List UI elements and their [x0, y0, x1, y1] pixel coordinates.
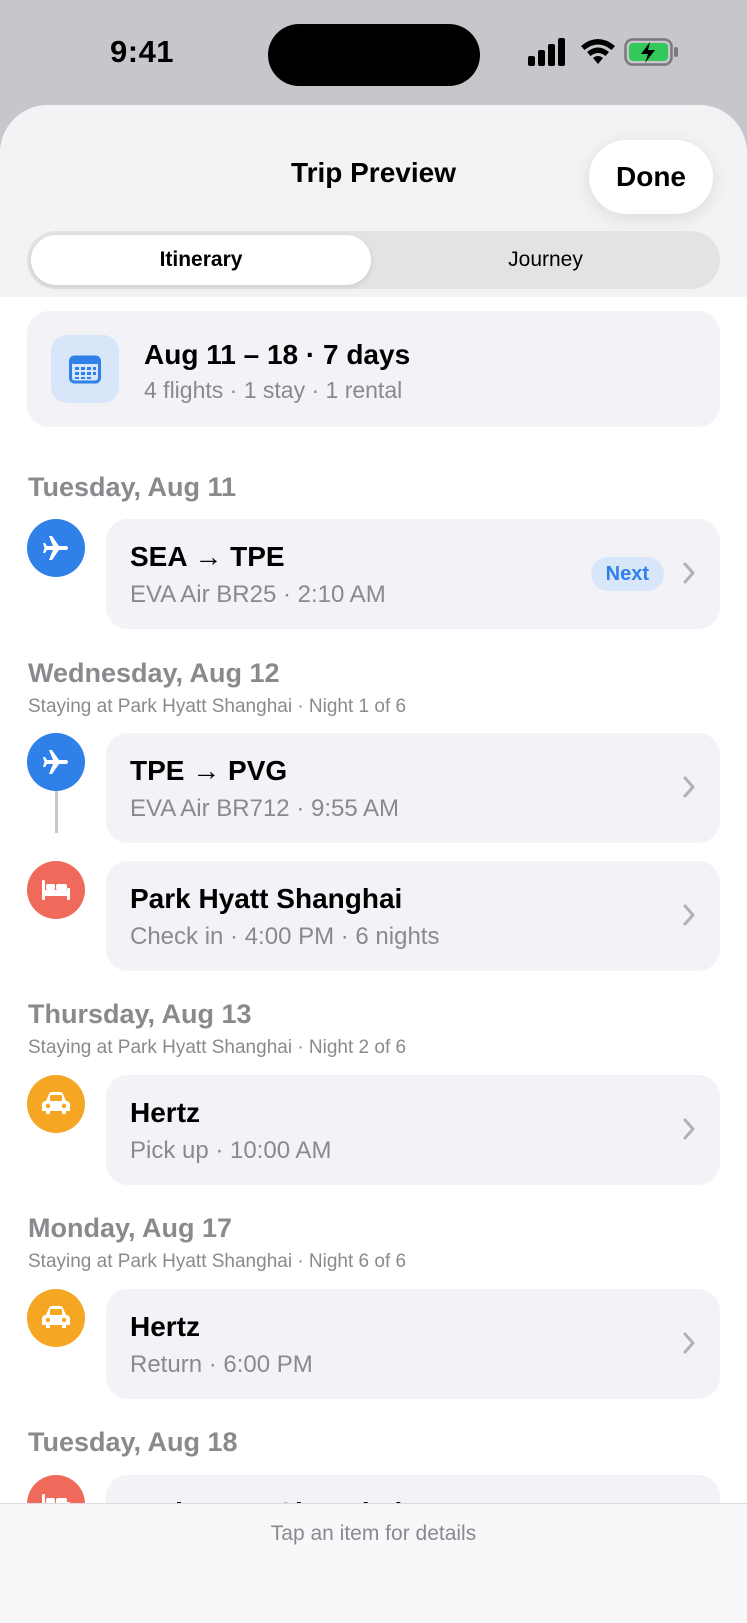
item-subtitle: EVA Air BR25 · 2:10 AM: [130, 581, 386, 608]
item-title: Hertz: [130, 1311, 201, 1342]
trip-counts: 4 flights · 1 stay · 1 rental: [144, 377, 403, 403]
status-time: 9:41: [110, 34, 175, 69]
trip-summary-card: Aug 11 – 18 · 7 days 4 flights · 1 stay …: [27, 311, 720, 427]
trip-dates: Aug 11 – 18 · 7 days: [144, 339, 411, 370]
day-heading: Wednesday, Aug 12: [28, 658, 280, 688]
wifi-icon: [581, 39, 615, 64]
trip-preview-sheet: Trip Preview Done Itinerary Journey Aug …: [0, 105, 747, 1623]
bottom-hint: Tap an item for details: [270, 1522, 477, 1545]
bed-icon: [27, 861, 85, 919]
item-subtitle: Check in · 4:00 PM · 6 nights: [130, 923, 440, 950]
item-title: TPE → PVG: [130, 755, 288, 786]
item-title: SEA → TPE: [130, 541, 285, 572]
day-subheading: Staying at Park Hyatt Shanghai · Night 2…: [28, 1037, 407, 1058]
bottom-bar: Tap an item for details: [0, 1503, 747, 1623]
item-subtitle: Return · 6:00 PM: [130, 1351, 313, 1378]
day-heading: Monday, Aug 17: [28, 1213, 233, 1243]
chevron-right-icon: [683, 904, 695, 926]
car-icon: [27, 1075, 85, 1133]
segmented-control: Itinerary Journey: [27, 231, 720, 289]
item-title: Hertz: [130, 1097, 201, 1128]
itinerary-item-flight[interactable]: TPE → PVG EVA Air BR712 · 9:55 AM: [106, 733, 720, 843]
item-title: Park Hyatt Shanghai: [130, 883, 403, 914]
tab-journey[interactable]: Journey: [375, 235, 716, 285]
item-subtitle: Pick up · 10:00 AM: [130, 1137, 332, 1164]
dynamic-island: [268, 24, 480, 86]
day-subheading: Staying at Park Hyatt Shanghai · Night 1…: [28, 696, 407, 717]
itinerary-item-rental[interactable]: Hertz Return · 6:00 PM: [106, 1289, 720, 1399]
car-icon: [27, 1289, 85, 1347]
day-heading: Thursday, Aug 13: [28, 999, 252, 1029]
itinerary-item-rental[interactable]: Hertz Pick up · 10:00 AM: [106, 1075, 720, 1185]
item-subtitle: EVA Air BR712 · 9:55 AM: [130, 795, 400, 822]
tab-itinerary[interactable]: Itinerary: [31, 235, 371, 285]
airplane-icon: [27, 519, 85, 577]
cellular-signal-icon: [528, 38, 565, 66]
next-badge: Next: [590, 557, 664, 591]
airplane-icon: [27, 733, 85, 791]
done-button[interactable]: Done: [589, 140, 713, 214]
chevron-right-icon: [683, 776, 695, 798]
calendar-icon: [51, 335, 119, 403]
status-bar: 9:41: [0, 0, 747, 105]
chevron-right-icon: [683, 562, 695, 584]
day-subheading: Staying at Park Hyatt Shanghai · Night 6…: [28, 1251, 407, 1272]
sheet-header: Trip Preview Done Itinerary Journey: [0, 105, 747, 297]
chevron-right-icon: [683, 1332, 695, 1354]
battery-charging-icon: [624, 38, 678, 66]
itinerary-item-flight[interactable]: SEA → TPE EVA Air BR25 · 2:10 AM Next: [106, 519, 720, 629]
day-heading: Tuesday, Aug 18: [28, 1427, 238, 1457]
itinerary-item-stay[interactable]: Park Hyatt Shanghai Check in · 4:00 PM ·…: [106, 861, 720, 971]
day-heading: Tuesday, Aug 11: [28, 472, 237, 502]
chevron-right-icon: [683, 1118, 695, 1140]
